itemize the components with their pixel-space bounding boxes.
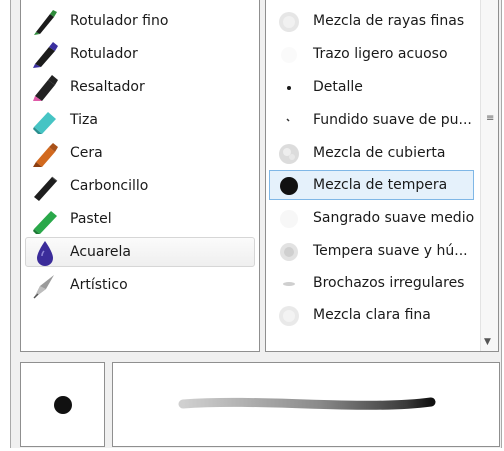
tool-item-chalk[interactable]: Tiza	[25, 105, 255, 135]
tool-item-artistic[interactable]: Artístico	[25, 270, 255, 300]
tool-item-pastel[interactable]: Pastel	[25, 204, 255, 234]
detail-icon	[287, 86, 291, 90]
preset-label: Sangrado suave medio	[313, 210, 475, 226]
brush-stroke-sample	[178, 397, 436, 410]
irregular-strokes-icon	[283, 282, 295, 286]
artistic-pen-icon	[33, 275, 54, 299]
preset-item-irregular-strokes[interactable]: Brochazos irregulares	[269, 268, 474, 298]
tool-label: Rotulador	[70, 46, 138, 62]
tool-item-marker[interactable]: Rotulador	[25, 39, 255, 69]
tool-label: Resaltador	[70, 79, 145, 95]
pastel-icon	[33, 211, 57, 234]
preset-label: Mezcla clara fina	[313, 307, 431, 323]
preset-label: Mezcla de tempera	[313, 177, 448, 193]
preset-item-cover-blend[interactable]: Mezcla de cubierta	[269, 138, 474, 168]
brush-tip-preview	[20, 362, 105, 447]
soft-blend-icon	[286, 118, 290, 122]
tool-label: Cera	[70, 145, 103, 161]
preset-label: Fundido suave de pu...	[313, 112, 472, 128]
preset-label: Mezcla de cubierta	[313, 145, 446, 161]
light-fine-blend-icon	[279, 306, 299, 326]
crayon-icon	[33, 143, 58, 167]
preset-label: Tempera suave y hú...	[313, 243, 468, 259]
fine-stripes-blend-icon	[279, 12, 299, 32]
tool-label: Tiza	[70, 112, 98, 128]
preset-item-soft-blend[interactable]: Fundido suave de pu...	[269, 105, 474, 135]
chalk-icon	[33, 112, 56, 134]
tool-item-fine-marker[interactable]: Rotulador fino	[25, 6, 255, 36]
scroll-down-arrow-icon[interactable]: ▼	[484, 337, 491, 347]
highlighter-icon	[33, 75, 58, 101]
tool-item-crayon[interactable]: Cera	[25, 138, 255, 168]
preset-item-soft-bleed[interactable]: Sangrado suave medio	[269, 203, 474, 233]
cover-blend-icon	[279, 144, 299, 164]
tempera-blend-icon	[280, 177, 298, 195]
tool-label: Artístico	[70, 277, 128, 293]
soft-bleed-icon	[280, 210, 298, 228]
preset-item-fine-stripes-blend[interactable]: Mezcla de rayas finas	[269, 6, 474, 36]
preset-label: Trazo ligero acuoso	[313, 46, 448, 62]
preset-item-light-fine-blend[interactable]: Mezcla clara fina	[269, 300, 474, 330]
tool-label: Rotulador fino	[70, 13, 169, 29]
brush-preset-list: Mezcla de rayas finas Trazo ligero acuos…	[265, 0, 499, 352]
light-watery-stroke-icon	[281, 47, 297, 63]
tool-item-watercolor[interactable]: Acuarela	[25, 237, 255, 267]
brush-tip-dot	[54, 396, 72, 414]
tool-label: Pastel	[70, 211, 112, 227]
preset-item-tempera-blend[interactable]: Mezcla de tempera	[269, 170, 474, 200]
scroll-grip-icon[interactable]: ≡	[486, 113, 494, 124]
marker-icon	[33, 42, 58, 68]
watercolor-icon	[37, 241, 53, 266]
fine-marker-icon	[34, 10, 57, 35]
tool-item-charcoal[interactable]: Carboncillo	[25, 171, 255, 201]
preset-item-soft-wet-tempera[interactable]: Tempera suave y hú...	[269, 236, 474, 266]
preset-label: Detalle	[313, 79, 363, 95]
brush-tool-list: Rotulador fino Rotulador Resaltador Tiza…	[20, 0, 260, 352]
soft-wet-tempera-icon	[280, 243, 298, 261]
tool-item-highlighter[interactable]: Resaltador	[25, 72, 255, 102]
preset-label: Mezcla de rayas finas	[313, 13, 465, 29]
preset-list-scrollbar[interactable]: ≡ ▼	[480, 0, 498, 351]
preset-item-light-watery-stroke[interactable]: Trazo ligero acuoso	[269, 39, 474, 69]
tool-label: Acuarela	[70, 244, 132, 260]
brush-stroke-preview	[112, 362, 500, 447]
preset-label: Brochazos irregulares	[313, 275, 465, 291]
charcoal-icon	[34, 176, 58, 201]
tool-label: Carboncillo	[70, 178, 149, 194]
preset-item-detail[interactable]: Detalle	[269, 72, 474, 102]
